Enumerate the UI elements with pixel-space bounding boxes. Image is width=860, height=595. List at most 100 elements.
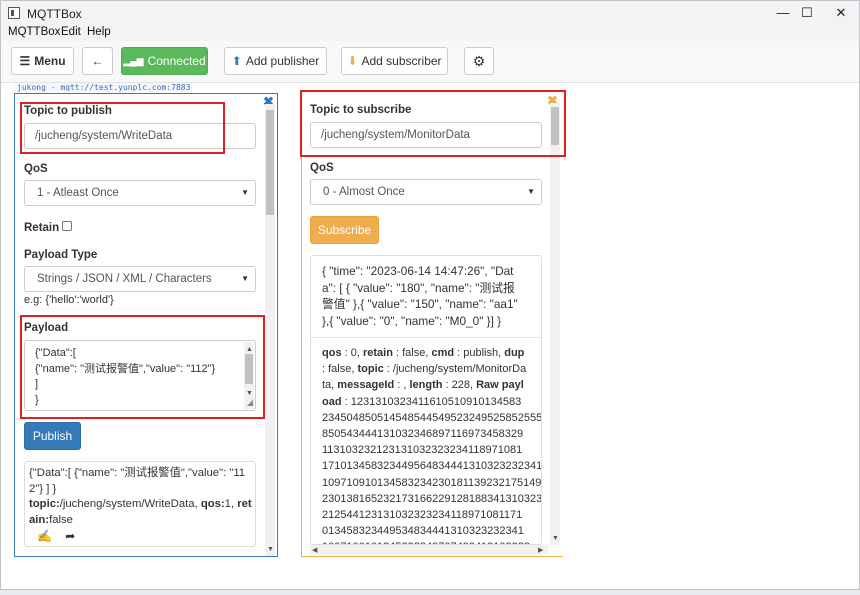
meta-length-key: length: [409, 379, 443, 392]
meta-dup-key: dup: [504, 347, 525, 359]
published-payload-line: {"Data":[ {"name": "测试报警值","value": "11: [29, 467, 246, 479]
publish-qos-value: 1 - Atleast Once: [37, 187, 119, 199]
menu-bar: MQTTBox Edit Help: [1, 25, 859, 41]
payload-type-value: Strings / JSON / XML / Characters: [37, 273, 212, 285]
topic-to-subscribe-label: Topic to subscribe: [310, 104, 412, 116]
meta-dup-value: : false,: [322, 363, 358, 376]
add-subscriber-label: Add subscriber: [361, 54, 442, 68]
received-meta: qos : 0, retain : false, cmd : publish, …: [311, 338, 542, 544]
chevron-down-icon: ▼: [241, 274, 249, 283]
published-message-card: {"Data":[ {"name": "测试报警值","value": "11 …: [24, 461, 256, 547]
resize-handle-icon[interactable]: ◢: [247, 395, 253, 411]
add-subscriber-button[interactable]: ⬇ Add subscriber: [341, 47, 448, 75]
settings-button[interactable]: ⚙: [464, 47, 494, 75]
subscribe-button-label: Subscribe: [317, 223, 372, 237]
payload-line: ]: [35, 378, 39, 390]
gear-icon: ⚙: [472, 52, 486, 69]
subscribe-qos-value: 0 - Almost Once: [323, 186, 405, 198]
back-button[interactable]: ←: [82, 47, 113, 75]
add-publisher-label: Add publisher: [245, 54, 320, 68]
republish-icon[interactable]: ✍: [37, 529, 52, 543]
menu-button-label: Menu: [34, 54, 66, 68]
subscribe-qos-label: QoS: [310, 162, 334, 174]
subscriber-scrollbar[interactable]: ▼: [550, 103, 560, 545]
menu-help[interactable]: Help: [87, 26, 111, 38]
toolbar: ☰ Menu ← ▂▄▆ Connected ⬆ Add publisher ⬇…: [1, 41, 859, 83]
published-topic-value: /jucheng/system/WriteData,: [59, 498, 198, 510]
arrow-up-circle-icon: ⬆: [231, 54, 242, 68]
publish-button[interactable]: Publish: [24, 422, 81, 450]
publish-topic-input[interactable]: /jucheng/system/WriteData: [24, 123, 256, 149]
subscribe-topic-input[interactable]: /jucheng/system/MonitorData: [310, 122, 542, 148]
chevron-down-icon: ▼: [527, 187, 535, 196]
meta-topic-value: : /jucheng/system/MonitorDa: [383, 363, 527, 376]
forward-icon[interactable]: ➦: [65, 529, 75, 543]
meta-retain-key: retain: [362, 347, 393, 359]
subscribe-qos-select[interactable]: 0 - Almost Once ▼: [310, 179, 542, 205]
received-payload-line: },{ "value": "0", "name": "M0_0" }] }: [322, 313, 502, 328]
payload-textarea[interactable]: {"Data":[ {"name": "测试报警值","value": "112…: [24, 340, 256, 411]
payload-type-label: Payload Type: [24, 249, 98, 261]
scroll-down-arrow-icon[interactable]: ▼: [552, 535, 559, 542]
payload-line: {"Data":[: [35, 347, 76, 359]
meta-qos-value: : 0,: [341, 347, 363, 359]
meta-qos-key: qos: [322, 347, 342, 359]
connected-label: Connected: [147, 54, 206, 68]
publisher-scroll-thumb[interactable]: [266, 110, 274, 215]
hamburger-icon: ☰: [19, 54, 31, 68]
connection-label: jukong - mqtt://test.yunplc.com:7883: [15, 83, 193, 92]
published-topic-key: topic:: [29, 498, 60, 510]
publisher-scrollbar[interactable]: ▼: [265, 104, 275, 556]
raw-payload-line: 0134583234495348344413103232323​41: [322, 525, 524, 538]
meta-topic-value-cont: ta,: [322, 379, 338, 392]
menu-edit[interactable]: Edit: [61, 26, 81, 38]
meta-length-value: : 228,: [442, 379, 477, 392]
arrow-down-circle-icon: ⬇: [347, 54, 358, 68]
raw-payload-line: 2345048505145485445495232495258525​55: [322, 411, 542, 424]
subscriber-scroll-thumb[interactable]: [551, 107, 559, 145]
meta-topic-key: topic: [357, 363, 384, 376]
menu-mqttbox[interactable]: MQTTBox: [8, 26, 60, 38]
signal-bars-icon: ▂▄▆: [123, 55, 144, 66]
chevron-down-icon: ▼: [241, 188, 249, 197]
meta-raw-key-cont: oad: [322, 395, 342, 408]
publish-qos-label: QoS: [24, 163, 48, 175]
payload-type-select[interactable]: Strings / JSON / XML / Characters ▼: [24, 266, 256, 292]
published-payload-line: 2"} ] }: [29, 482, 57, 495]
raw-payload-line: 1097109101345832342301811392321751​49: [322, 476, 542, 489]
publish-button-label: Publish: [32, 429, 73, 443]
meta-messageid-value: : ,: [394, 379, 410, 392]
window-title: MQTTBox: [27, 7, 82, 21]
payload-hint: e.g: {'hello':'world'}: [24, 294, 114, 306]
publish-qos-select[interactable]: 1 - Atleast Once ▼: [24, 180, 256, 206]
retain-checkbox[interactable]: [62, 221, 72, 231]
close-window-button[interactable]: ✕: [819, 1, 860, 25]
raw-payload-line: 1710134583234495648344413103232323​41: [322, 460, 542, 473]
published-qos-value: 1,: [224, 498, 235, 510]
title-bar: MQTTBox — ☐ ✕: [1, 1, 859, 25]
menu-button[interactable]: ☰ Menu: [11, 47, 74, 75]
connected-button[interactable]: ▂▄▆ Connected: [121, 47, 208, 75]
meta-cmd-key: cmd: [431, 347, 455, 359]
received-message-card: { "time": "2023-06-14 14:47:26", "Dat a"…: [310, 255, 542, 545]
payload-label: Payload: [24, 322, 69, 334]
scroll-left-arrow-icon[interactable]: ◀: [312, 546, 317, 554]
received-payload: { "time": "2023-06-14 14:47:26", "Dat a"…: [311, 256, 541, 338]
raw-payload-line: 2125441231310323232341189710811​71: [322, 509, 523, 522]
message-horizontal-scrollbar[interactable]: ◀ ▶: [310, 545, 548, 555]
raw-payload-line: 1131032321231310323232341189710​81: [322, 444, 523, 457]
topic-to-publish-label: Topic to publish: [24, 105, 112, 117]
published-qos-key: qos:: [200, 498, 225, 510]
meta-retain-value: : false,: [392, 347, 432, 359]
raw-payload-line: : 123131032341161051091013458​3: [341, 395, 522, 408]
publisher-panel: ✖ Topic to publish /jucheng/system/Write…: [14, 93, 278, 557]
payload-scroll-thumb[interactable]: [245, 354, 253, 384]
subscribe-button[interactable]: Subscribe: [310, 216, 379, 244]
scroll-right-arrow-icon[interactable]: ▶: [538, 546, 543, 554]
retain-label: Retain: [24, 222, 60, 234]
add-publisher-button[interactable]: ⬆ Add publisher: [224, 47, 327, 75]
received-payload-line: { "time": "2023-06-14 14:47:26", "Dat: [322, 264, 514, 278]
app-window: MQTTBox — ☐ ✕ MQTTBox Edit Help ☰ Menu ←…: [0, 0, 860, 590]
raw-payload-line: 2301381652321731662291281883413103​23: [322, 492, 542, 505]
scroll-down-arrow-icon[interactable]: ▼: [267, 546, 274, 553]
